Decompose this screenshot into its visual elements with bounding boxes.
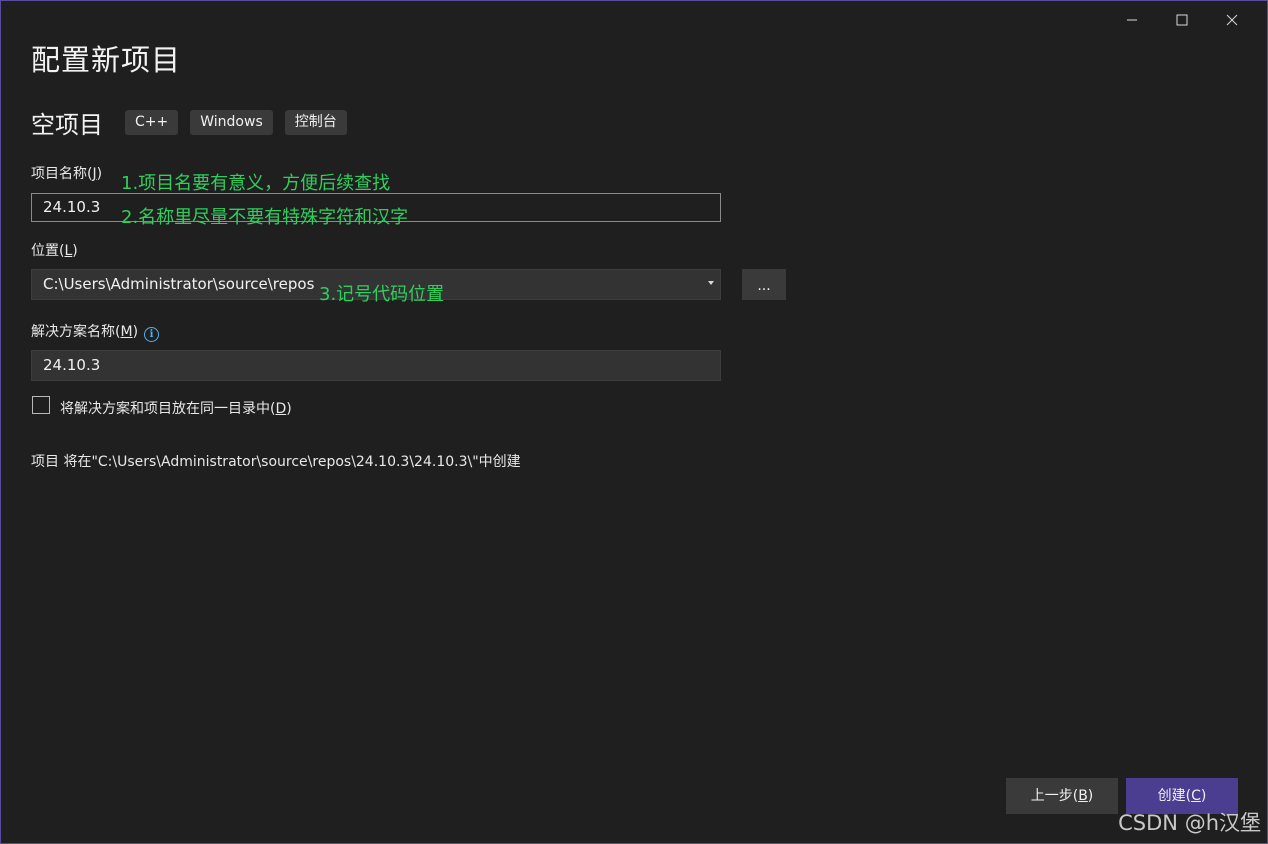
close-button[interactable] xyxy=(1207,7,1257,33)
solution-name-input[interactable]: 24.10.3 xyxy=(31,350,721,381)
info-icon[interactable]: i xyxy=(144,327,160,342)
maximize-button[interactable] xyxy=(1157,7,1207,33)
annotation-2: 2.名称里尽量不要有特殊字符和汉字 xyxy=(121,207,409,228)
window-controls xyxy=(1107,7,1257,33)
project-name-value: 24.10.3 xyxy=(43,198,101,216)
template-name: 空项目 xyxy=(31,111,103,139)
browse-button[interactable]: ... xyxy=(742,269,786,300)
project-name-label: 项目名称(J) xyxy=(31,166,103,182)
close-icon xyxy=(1226,14,1238,26)
minimize-button[interactable] xyxy=(1107,7,1157,33)
back-button[interactable]: 上一步(B) xyxy=(1006,778,1118,814)
tag-cpp: C++ xyxy=(125,110,179,135)
solution-name-value: 24.10.3 xyxy=(43,356,101,374)
maximize-icon xyxy=(1176,14,1188,26)
tag-windows: Windows xyxy=(190,110,273,135)
location-value: C:\Users\Administrator\source\repos xyxy=(43,275,315,293)
annotation-1: 1.项目名要有意义，方便后续查找 xyxy=(121,173,391,194)
same-directory-label[interactable]: 将解决方案和项目放在同一目录中(D) xyxy=(60,398,292,418)
location-label: 位置(L) xyxy=(31,243,78,259)
chevron-down-icon[interactable] xyxy=(708,281,714,285)
annotation-3: 3.记号代码位置 xyxy=(319,284,445,305)
minimize-icon xyxy=(1127,19,1137,21)
watermark: CSDN @h汉堡 xyxy=(1118,811,1261,835)
solution-name-label: 解决方案名称(M) i xyxy=(31,321,160,342)
dialog-window: 配置新项目 空项目 C++ Windows 控制台 项目名称(J) 24.10.… xyxy=(0,0,1268,844)
template-row: 空项目 C++ Windows 控制台 xyxy=(31,105,359,140)
same-directory-checkbox[interactable] xyxy=(32,396,50,414)
tag-console: 控制台 xyxy=(284,110,347,135)
project-path-note: 项目 将在"C:\Users\Administrator\source\repo… xyxy=(31,454,521,470)
page-title: 配置新项目 xyxy=(31,43,182,77)
